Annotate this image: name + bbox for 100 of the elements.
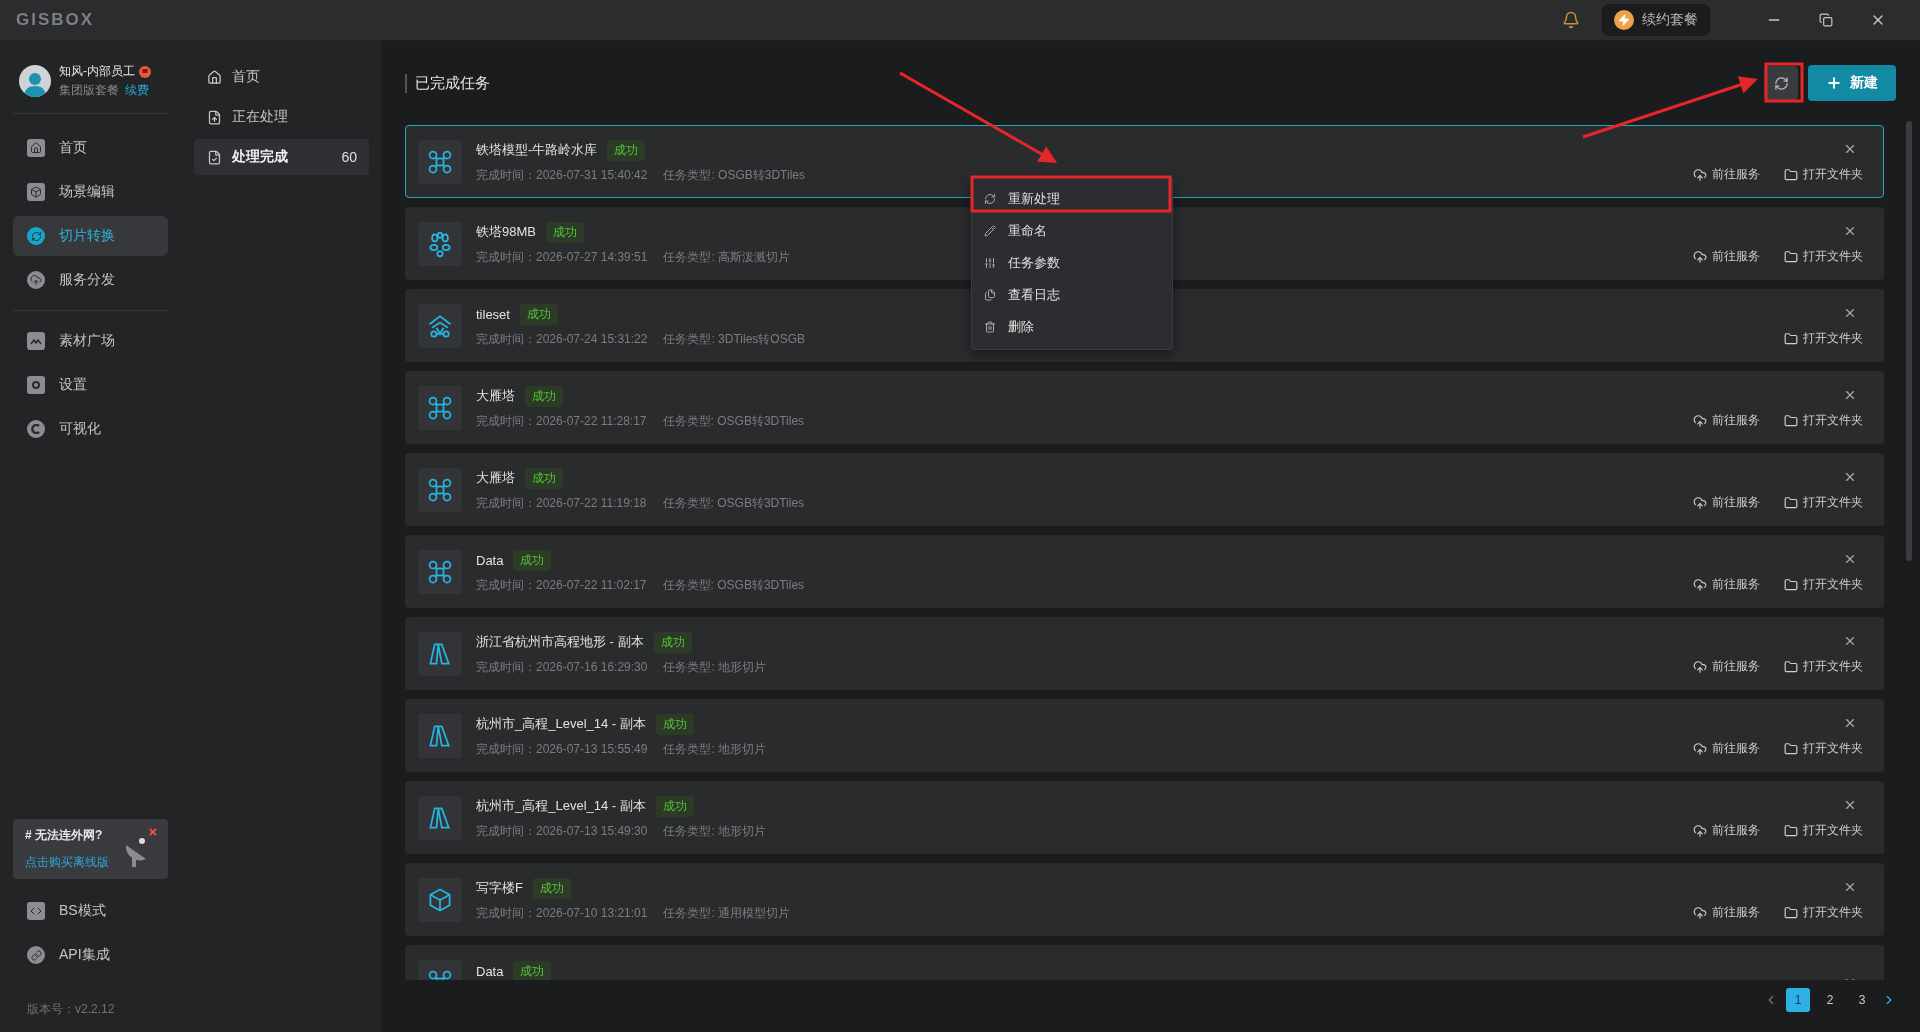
- trash-icon: [984, 321, 996, 333]
- completion-time: 完成时间：2026-07-16 16:29:30: [476, 658, 648, 676]
- completion-time: 完成时间：2026-07-22 11:19:18: [476, 494, 647, 512]
- go-to-service-button[interactable]: 前往服务: [1693, 740, 1760, 757]
- refresh-button[interactable]: [1764, 66, 1798, 100]
- completion-time: 完成时间：2026-07-13 15:49:30: [476, 822, 648, 840]
- open-folder-button[interactable]: 打开文件夹: [1784, 658, 1863, 675]
- task-card[interactable]: 杭州市_高程_Level_14 - 副本 成功 完成时间：2026-07-13 15:49:30 任务类型: 地形切片 前往服务 打开文件夹: [405, 781, 1884, 854]
- task-card[interactable]: 大雁塔 成功 完成时间：2026-07-22 11:28:17 任务类型: OSGB转3DTiles 前往服务 打开文件夹: [405, 371, 1884, 444]
- task-card[interactable]: 写字楼F 成功 完成时间：2026-07-10 13:21:01 任务类型: 通用模型切片 前往服务 打开文件夹: [405, 863, 1884, 936]
- open-folder-button[interactable]: 打开文件夹: [1784, 412, 1863, 429]
- subnav-item[interactable]: 处理完成 60: [194, 139, 369, 175]
- nav-item[interactable]: 设置: [13, 365, 168, 405]
- task-card[interactable]: 浙江省杭州市高程地形 - 副本 成功 完成时间：2026-07-16 16:29:30 任务类型: 地形切片 前往服务 打开文件夹: [405, 617, 1884, 690]
- scrollbar[interactable]: [1906, 121, 1912, 561]
- nav-item[interactable]: 服务分发: [13, 260, 168, 300]
- plus-icon: [1826, 75, 1842, 91]
- folder-icon: [1784, 905, 1798, 920]
- cloud-upload-icon: [1693, 905, 1707, 920]
- go-to-service-button[interactable]: 前往服务: [1693, 166, 1760, 183]
- nav-item[interactable]: BS模式: [13, 891, 168, 931]
- task-name: 铁塔98MB: [476, 223, 536, 241]
- menu-item[interactable]: 查看日志: [972, 279, 1172, 311]
- nav-item[interactable]: 首页: [13, 128, 168, 168]
- task-type: 任务类型: 地形切片: [663, 658, 767, 676]
- new-task-button[interactable]: 新建: [1808, 65, 1896, 101]
- nav-item[interactable]: 素材广场: [13, 321, 168, 361]
- code-icon: [27, 902, 45, 920]
- task-type: 任务类型: 3DTiles转OSGB: [663, 330, 805, 348]
- open-folder-button[interactable]: 打开文件夹: [1784, 576, 1863, 593]
- open-folder-button[interactable]: 打开文件夹: [1784, 904, 1863, 921]
- menu-item[interactable]: 删除: [972, 311, 1172, 343]
- status-badge: 成功: [513, 549, 552, 571]
- sliders-icon: [984, 257, 996, 269]
- task-name: 杭州市_高程_Level_14 - 副本: [476, 797, 646, 815]
- plan-name: 集团版套餐: [59, 83, 119, 97]
- app-logo: GISBOX: [16, 10, 95, 30]
- task-type: 任务类型: 地形切片: [663, 822, 767, 840]
- task-type: 任务类型: OSGB转3DTiles: [663, 166, 805, 184]
- task-card[interactable]: Data 成功 完成时间：2026-07-22 11:02:17 任务类型: OSGB转3DTiles 前往服务 打开文件夹: [405, 535, 1884, 608]
- task-card[interactable]: 大雁塔 成功 完成时间：2026-07-22 11:19:18 任务类型: OSGB转3DTiles 前往服务 打开文件夹: [405, 453, 1884, 526]
- renew-link[interactable]: 续费: [125, 83, 149, 97]
- nav-item[interactable]: 可视化: [13, 409, 168, 449]
- go-to-service-button[interactable]: 前往服务: [1693, 412, 1760, 429]
- task-card[interactable]: 杭州市_高程_Level_14 - 副本 成功 完成时间：2026-07-13 15:55:49 任务类型: 地形切片 前往服务 打开文件夹: [405, 699, 1884, 772]
- go-to-service-button[interactable]: 前往服务: [1693, 494, 1760, 511]
- refresh-icon: [1773, 75, 1789, 91]
- completion-time: 完成时间：2026-07-27 14:39:51: [476, 248, 648, 266]
- task-type: 任务类型: OSGB转3DTiles: [662, 494, 805, 512]
- open-folder-button[interactable]: 打开文件夹: [1784, 494, 1863, 511]
- task-card[interactable]: Data 成功: [405, 945, 1884, 980]
- page-button[interactable]: 2: [1818, 988, 1842, 1012]
- subnav-item[interactable]: 正在处理: [194, 99, 369, 135]
- user-avatar[interactable]: [19, 65, 51, 97]
- status-badge: 成功: [525, 467, 563, 489]
- page-button[interactable]: 3: [1850, 988, 1874, 1012]
- lightning-icon: [1614, 10, 1634, 30]
- home-icon: [27, 139, 45, 157]
- folder-icon: [1784, 413, 1798, 428]
- cloud-upload-icon: [1693, 413, 1707, 428]
- completion-time: 完成时间：2026-07-13 15:55:49: [476, 740, 648, 758]
- open-folder-button[interactable]: 打开文件夹: [1784, 248, 1863, 265]
- pencil-icon: [984, 225, 996, 237]
- go-to-service-button[interactable]: 前往服务: [1693, 248, 1760, 265]
- nav-item[interactable]: 切片转换: [13, 216, 168, 256]
- folder-icon: [1784, 577, 1798, 592]
- completion-time: 完成时间：2026-07-10 13:21:01: [476, 904, 648, 922]
- folder-icon: [1784, 249, 1798, 264]
- open-folder-button[interactable]: 打开文件夹: [1784, 822, 1863, 839]
- page-title: 已完成任务: [405, 73, 490, 93]
- nav-item[interactable]: API集成: [13, 935, 168, 975]
- cloud-upload-icon: [1693, 495, 1707, 510]
- version-label: 版本号：v2.2.12: [26, 1001, 116, 1018]
- go-to-service-button[interactable]: 前往服务: [1693, 576, 1760, 593]
- promo-title: # 无法连外网?: [25, 827, 104, 844]
- renew-plan-button[interactable]: 续约套餐: [1602, 4, 1710, 36]
- task-name: 大雁塔: [476, 469, 515, 487]
- offline-promo-card[interactable]: # 无法连外网? 点击购买离线版: [13, 819, 168, 879]
- folder-icon: [1784, 659, 1798, 674]
- task-name: 写字楼F: [476, 879, 523, 897]
- open-folder-button[interactable]: 打开文件夹: [1784, 740, 1863, 757]
- page-button[interactable]: 1: [1786, 988, 1810, 1012]
- task-type: 任务类型: 通用模型切片: [663, 904, 791, 922]
- nav-item[interactable]: 场景编辑: [13, 172, 168, 212]
- folder-icon: [1784, 167, 1798, 182]
- status-badge: 成功: [545, 221, 584, 243]
- go-to-service-button[interactable]: 前往服务: [1693, 658, 1760, 675]
- subnav-item[interactable]: 首页: [194, 59, 369, 95]
- folder-icon: [1784, 331, 1798, 346]
- open-folder-button[interactable]: 打开文件夹: [1784, 166, 1863, 183]
- open-folder-button[interactable]: 打开文件夹: [1784, 330, 1863, 347]
- user-name: 知风-内部员工: [59, 63, 135, 80]
- go-to-service-button[interactable]: 前往服务: [1693, 822, 1760, 839]
- status-badge: 成功: [525, 385, 563, 407]
- highlight-frame: [1764, 62, 1804, 103]
- buy-offline-link[interactable]: 点击购买离线版: [25, 854, 156, 871]
- refresh-icon: [984, 193, 996, 205]
- go-to-service-button[interactable]: 前往服务: [1693, 904, 1760, 921]
- menu-item[interactable]: 任务参数: [972, 247, 1172, 279]
- menu-item[interactable]: 重命名: [972, 215, 1172, 247]
